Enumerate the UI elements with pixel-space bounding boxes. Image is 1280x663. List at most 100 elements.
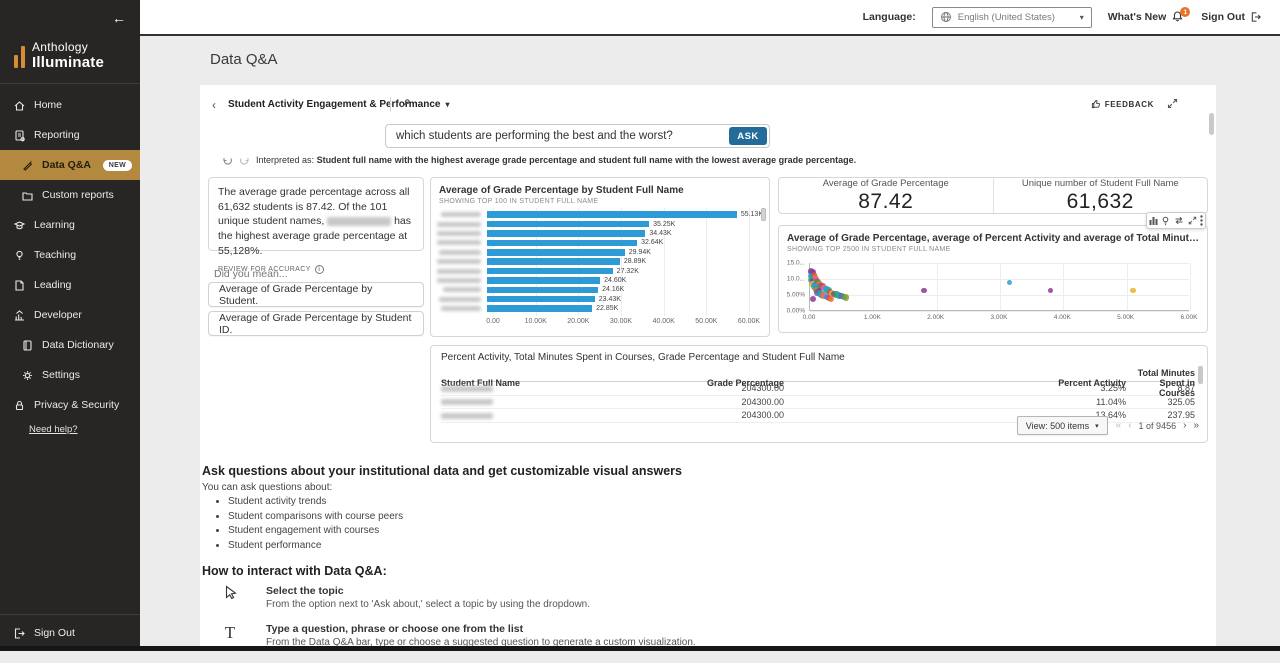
prev-page-button[interactable]: ‹ [1128, 420, 1131, 431]
scatter-point[interactable] [921, 288, 926, 293]
whats-new-button[interactable]: What's New 1 [1108, 10, 1186, 24]
scatter-point[interactable] [1048, 288, 1053, 293]
last-page-button[interactable]: » [1193, 420, 1199, 431]
chevron-down-icon: ▾ [1095, 422, 1099, 430]
bar-chart-card: Average of Grade Percentage by Student F… [430, 177, 770, 337]
sidebar-item-learning[interactable]: Learning [0, 210, 140, 240]
first-page-button[interactable]: « [1116, 420, 1122, 431]
language-select[interactable]: English (United States) ▾ [932, 7, 1092, 28]
view-items-dropdown[interactable]: View: 500 items▾ [1017, 416, 1108, 435]
need-help-link[interactable]: Need help? [29, 424, 140, 435]
sidebar-item-data-dictionary[interactable]: Data Dictionary [0, 330, 140, 360]
pin-icon[interactable] [400, 98, 411, 109]
info-icon[interactable]: i [315, 265, 324, 274]
scatter-point[interactable] [1130, 288, 1135, 293]
redacted-student-name [441, 399, 493, 405]
kpi-value: 87.42 [858, 190, 913, 214]
sidebar-item-developer[interactable]: Developer [0, 300, 140, 330]
topics-bullet-list: Student activity trends Student comparis… [218, 496, 403, 554]
redacted-student-name [443, 287, 481, 292]
bar-value-label: 23.43K [599, 296, 621, 303]
expand-icon[interactable] [1167, 98, 1178, 109]
bar[interactable] [487, 221, 649, 228]
bar[interactable] [487, 249, 625, 256]
bar[interactable] [487, 296, 595, 303]
sidebar-item-settings[interactable]: Settings [0, 360, 140, 390]
redacted-student-name [439, 250, 481, 255]
next-page-button[interactable]: › [1183, 420, 1186, 431]
sidebar-item-teaching[interactable]: Teaching [0, 240, 140, 270]
bar-value-label: 27.32K [617, 268, 639, 275]
bar[interactable] [487, 305, 592, 312]
bar-chart-scrollbar[interactable] [761, 208, 766, 221]
scatter-point[interactable] [810, 296, 816, 302]
language-value: English (United States) [958, 12, 1074, 23]
sidebar-item-label: Settings [42, 369, 80, 381]
suggestion-item[interactable]: Average of Grade Percentage by Student. [208, 282, 424, 307]
mini-bar-chart-icon[interactable] [1149, 216, 1158, 225]
redacted-student-name [437, 222, 481, 227]
chevron-down-icon: ▾ [445, 100, 449, 109]
sidebar-item-data-qa[interactable]: Data Q&A NEW [0, 150, 140, 180]
brand-line1: Anthology [32, 40, 104, 54]
chevron-left-icon[interactable]: ‹ [212, 98, 216, 112]
cell-activity: 3.25% [784, 383, 1126, 393]
x-tick-label: 10.00K [525, 318, 547, 325]
x-tick-label: 3.00K [991, 314, 1008, 321]
redo-icon[interactable] [239, 155, 250, 165]
bar[interactable] [487, 277, 600, 284]
undo-icon[interactable] [222, 155, 233, 165]
question-input[interactable] [385, 124, 770, 148]
brand-bars-icon [14, 46, 25, 71]
redacted-student-name [441, 413, 493, 419]
bar-row: 32.64K [437, 238, 763, 247]
kpi-label: Average of Grade Percentage [823, 178, 949, 189]
interpreted-text: Student full name with the highest avera… [317, 155, 857, 165]
bar-chart-x-axis: 0.0010.00K20.00K30.00K40.00K50.00K60.00K [493, 318, 749, 328]
kebab-icon[interactable] [1200, 215, 1203, 226]
sidebar-item-custom-reports[interactable]: Custom reports [0, 180, 140, 210]
bar[interactable] [487, 240, 637, 247]
bullet-item: Student performance [228, 540, 403, 551]
scatter-chart-card: Average of Grade Percentage, average of … [778, 225, 1208, 333]
bar[interactable] [487, 287, 598, 294]
sidebar-item-reporting[interactable]: Reporting [0, 120, 140, 150]
widget-scrollbar[interactable] [1209, 113, 1214, 135]
swap-icon[interactable] [1174, 216, 1184, 225]
scatter-point[interactable] [1007, 280, 1012, 285]
pen-icon [21, 159, 34, 172]
feedback-button[interactable]: FEEDBACK [1091, 99, 1154, 109]
data-table: Student Full Name Grade Percentage Perce… [441, 368, 1195, 423]
sidebar-item-label: Data Dictionary [42, 339, 114, 351]
lightbulb-icon[interactable] [1161, 216, 1170, 226]
topic-dropdown[interactable]: Student Activity Engagement & Performanc… [228, 99, 449, 110]
collapse-sidebar-icon[interactable]: ← [112, 10, 126, 26]
bullet-item: Student activity trends [228, 496, 403, 507]
bar[interactable] [487, 258, 620, 265]
redacted-student-name [437, 240, 481, 245]
bar[interactable] [487, 268, 613, 275]
cell-grade: 204300.00 [641, 410, 784, 420]
bar-row: 24.60K [437, 276, 763, 285]
sidebar-item-home[interactable]: Home [0, 90, 140, 120]
expand-icon[interactable] [1188, 216, 1197, 225]
sidebar-item-privacy-security[interactable]: Privacy & Security [0, 390, 140, 420]
sidebar-item-label: Developer [34, 309, 82, 321]
reporting-icon [13, 129, 26, 142]
ask-button[interactable]: ASK [729, 127, 767, 145]
table-scrollbar[interactable] [1198, 366, 1203, 384]
x-tick-label: 20.00K [567, 318, 589, 325]
bar-value-label: 28.89K [624, 258, 646, 265]
bar[interactable] [487, 230, 645, 237]
sidebar-item-leading[interactable]: Leading [0, 270, 140, 300]
topbar-sign-out-button[interactable]: Sign Out [1201, 11, 1262, 23]
language-label: Language: [863, 11, 916, 23]
kpi-unique-students: Unique number of Student Full Name 61,63… [993, 178, 1208, 213]
suggestion-item[interactable]: Average of Grade Percentage by Student I… [208, 311, 424, 336]
bar-chart-subtitle: SHOWING TOP 100 IN STUDENT FULL NAME [439, 198, 761, 205]
content-card: ‹ Student Activity Engagement & Performa… [200, 85, 1216, 646]
did-you-mean-label: Did you mean... [214, 268, 288, 280]
bar[interactable] [487, 211, 737, 218]
scatter-point[interactable] [843, 294, 849, 300]
scatter-point[interactable] [828, 296, 834, 302]
